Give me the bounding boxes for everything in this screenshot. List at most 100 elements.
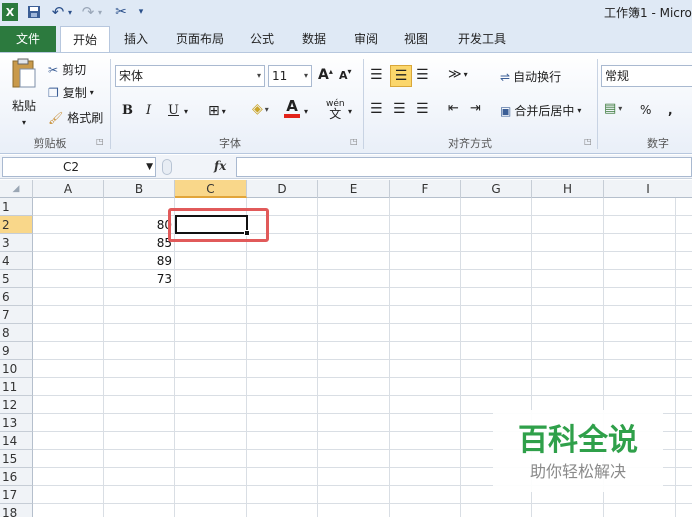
tab-home[interactable]: 开始 [60,26,110,52]
cell-b3[interactable]: 85 [104,234,175,252]
align-right-button[interactable]: ☰ [416,101,429,117]
row-header-7[interactable]: 7 [0,306,33,324]
shrink-font-glyph: A [339,69,348,82]
font-color-dropdown-icon[interactable]: ▾ [304,107,308,116]
row-header-14[interactable]: 14 [0,432,33,450]
insert-function-button[interactable]: fx [214,159,226,173]
tab-insert[interactable]: 插入 [116,26,156,52]
row-header-1[interactable]: 1 [0,198,33,216]
column-header-f[interactable]: F [390,180,461,198]
wrap-text-button[interactable]: ⇌ 自动换行 [500,68,561,85]
row-header-13[interactable]: 13 [0,414,33,432]
underline-button[interactable]: U [168,103,179,118]
ribbon-tabs: 文件 开始 插入 页面布局 公式 数据 审阅 视图 开发工具 [0,24,692,52]
align-top-button[interactable]: ☰ [370,67,383,83]
column-header-g[interactable]: G [461,180,532,198]
excel-app-icon[interactable]: X [2,3,18,21]
bold-button[interactable]: B [122,103,133,118]
tab-page-layout[interactable]: 页面布局 [168,26,232,52]
row-header-2[interactable]: 2 [0,216,33,234]
row-header-17[interactable]: 17 [0,486,33,504]
tab-data[interactable]: 数据 [296,26,332,52]
window-title: 工作簿1 - Micro [604,6,692,20]
redo-dropdown-icon[interactable]: ▾ [96,3,104,21]
watermark-title: 百科全说 [518,423,638,458]
tab-file[interactable]: 文件 [0,26,56,52]
font-size-select[interactable]: 11 ▾ [268,65,312,87]
row-header-3[interactable]: 3 [0,234,33,252]
align-middle-button[interactable]: ☰ [390,65,412,87]
copy-dropdown-icon: ▾ [89,88,94,97]
column-header-d[interactable]: D [247,180,318,198]
alignment-group-label: 对齐方式 [448,137,492,150]
fill-color-button[interactable]: ◈ ▾ [252,101,269,117]
row-header-5[interactable]: 5 [0,270,33,288]
column-header-c[interactable]: C [175,180,247,198]
row-header-11[interactable]: 11 [0,378,33,396]
name-box[interactable]: C2 ▼ [2,157,156,177]
copy-button[interactable]: ❐ 复制 ▾ [48,84,94,101]
align-center-button[interactable]: ☰ [393,101,406,117]
tab-formulas[interactable]: 公式 [244,26,280,52]
accounting-format-button[interactable]: ▤ ▾ [604,101,622,116]
font-launcher-icon[interactable]: ◳ [350,137,358,146]
comma-style-button[interactable]: , [668,103,673,117]
formula-input[interactable] [236,157,692,177]
customize-tool-icon[interactable]: ✂ [112,3,130,21]
row-header-8[interactable]: 8 [0,324,33,342]
undo-icon[interactable]: ↶ [50,3,66,21]
align-bottom-button[interactable]: ☰ [416,67,429,83]
merge-center-label: 合并后居中 [514,104,575,118]
column-header-b[interactable]: B [104,180,175,198]
underline-dropdown-icon[interactable]: ▾ [184,107,188,116]
save-icon[interactable] [26,3,42,21]
row-header-16[interactable]: 16 [0,468,33,486]
name-box-dropdown-icon[interactable]: ▼ [146,158,153,176]
row-header-6[interactable]: 6 [0,288,33,306]
phonetic-guide-button[interactable]: wén 文 [326,99,345,120]
clipboard-launcher-icon[interactable]: ◳ [96,137,104,146]
shrink-font-button[interactable]: A ▾ [339,67,352,82]
font-color-button[interactable]: A [284,99,300,118]
phonetic-dropdown-icon[interactable]: ▾ [348,107,352,116]
tab-review[interactable]: 审阅 [348,26,384,52]
column-header-i[interactable]: I [604,180,692,198]
tab-view[interactable]: 视图 [398,26,434,52]
select-all-corner[interactable]: ◢ [0,180,33,198]
row-header-9[interactable]: 9 [0,342,33,360]
row-header-12[interactable]: 12 [0,396,33,414]
italic-button[interactable]: I [146,103,151,118]
increase-indent-button[interactable]: ⇥ [470,101,481,116]
format-painter-button[interactable]: 🖌 格式刷 [48,109,103,126]
decrease-indent-button[interactable]: ⇤ [448,101,459,116]
row-header-4[interactable]: 4 [0,252,33,270]
align-left-button[interactable]: ☰ [370,101,383,117]
grow-font-button[interactable]: A ▴ [318,67,333,84]
alignment-launcher-icon[interactable]: ◳ [584,137,592,146]
redo-icon[interactable]: ↷ [80,3,96,21]
column-header-h[interactable]: H [532,180,604,198]
formula-bar-resize-handle[interactable] [162,159,172,175]
row-header-10[interactable]: 10 [0,360,33,378]
borders-button[interactable]: ⊞ ▾ [208,103,226,119]
customize-qat-icon[interactable]: ▾ [136,3,146,21]
merge-center-button[interactable]: ▣ 合并后居中 ▾ [500,102,581,119]
paste-dropdown-icon: ▾ [21,118,26,127]
cell-b4[interactable]: 89 [104,252,175,270]
column-header-a[interactable]: A [33,180,104,198]
percent-style-button[interactable]: % [640,103,651,117]
font-name-select[interactable]: 宋体 ▾ [115,65,265,87]
chevron-down-icon: ▾ [256,71,261,80]
orientation-button[interactable]: ≫ ▾ [448,67,468,82]
formula-bar: C2 ▼ fx [0,155,692,179]
cell-b5[interactable]: 73 [104,270,175,288]
cell-b2[interactable]: 80 [104,216,175,234]
paste-button[interactable]: 粘贴 ▾ [8,57,40,127]
row-header-18[interactable]: 18 [0,504,33,517]
tab-developer[interactable]: 开发工具 [450,26,514,52]
number-format-select[interactable]: 常规 [601,65,692,87]
column-header-e[interactable]: E [318,180,390,198]
row-header-15[interactable]: 15 [0,450,33,468]
cut-button[interactable]: ✂ 剪切 [48,61,86,78]
undo-dropdown-icon[interactable]: ▾ [66,3,74,21]
